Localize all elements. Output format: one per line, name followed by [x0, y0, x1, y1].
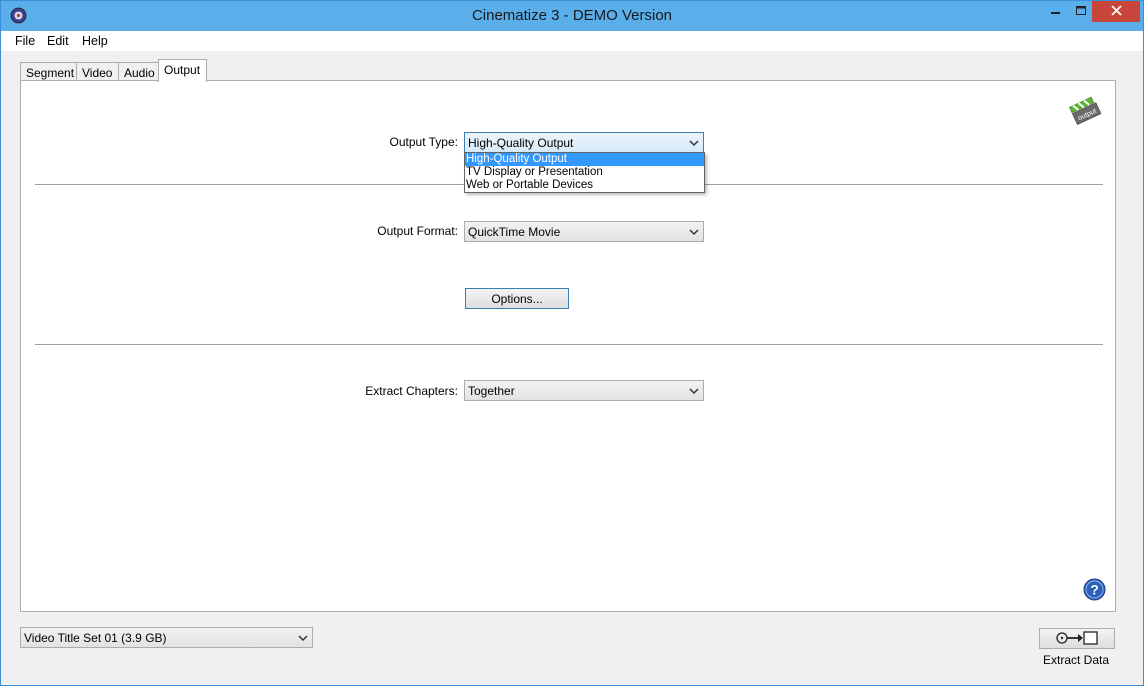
chevron-down-icon	[298, 632, 308, 642]
chevron-down-icon	[689, 385, 699, 395]
chevron-down-icon	[689, 137, 699, 147]
dropdown-option[interactable]: Web or Portable Devices	[465, 179, 704, 192]
title-bar[interactable]: Cinematize 3 - DEMO Version	[1, 1, 1143, 31]
divider	[35, 344, 1103, 345]
extract-chapters-value: Together	[468, 384, 515, 398]
close-icon	[1110, 4, 1122, 19]
maximize-button[interactable]	[1067, 1, 1095, 23]
menu-help[interactable]: Help	[82, 34, 108, 48]
window-title: Cinematize 3 - DEMO Version	[471, 7, 673, 24]
dropdown-option[interactable]: High-Quality Output	[465, 153, 704, 166]
output-format-label: Output Format:	[377, 224, 458, 238]
svg-text:?: ?	[1090, 582, 1099, 598]
tab-audio[interactable]: Audio	[118, 62, 159, 81]
minimize-icon	[1051, 5, 1061, 19]
minimize-button[interactable]	[1042, 1, 1070, 23]
app-window: Cinematize 3 - DEMO Version File Edit He…	[0, 0, 1144, 686]
options-button[interactable]: Options...	[465, 288, 569, 309]
output-type-dropdown: High-Quality Output TV Display or Presen…	[464, 152, 705, 193]
menu-edit[interactable]: Edit	[47, 34, 69, 48]
menu-file[interactable]: File	[15, 34, 35, 48]
extract-chapters-label: Extract Chapters:	[365, 384, 458, 398]
menu-bar: File Edit Help	[1, 31, 1143, 51]
extract-chapters-select[interactable]: Together	[464, 380, 704, 401]
dropdown-option[interactable]: TV Display or Presentation	[465, 166, 704, 179]
title-set-select[interactable]: Video Title Set 01 (3.9 GB)	[20, 627, 313, 648]
close-button[interactable]	[1092, 1, 1140, 22]
output-type-label: Output Type:	[389, 135, 459, 149]
extract-data-label: Extract Data	[1042, 653, 1110, 667]
output-clapper-icon: output	[1068, 93, 1102, 127]
maximize-icon	[1076, 5, 1086, 19]
tab-video[interactable]: Video	[76, 62, 119, 81]
help-icon[interactable]: ?	[1083, 578, 1106, 601]
title-set-value: Video Title Set 01 (3.9 GB)	[24, 631, 167, 645]
chevron-down-icon	[689, 226, 699, 236]
tab-segment[interactable]: Segment	[20, 62, 77, 81]
output-type-value: High-Quality Output	[468, 136, 574, 150]
output-format-value: QuickTime Movie	[468, 225, 561, 239]
output-type-select[interactable]: High-Quality Output	[464, 132, 704, 153]
output-format-select[interactable]: QuickTime Movie	[464, 221, 704, 242]
extract-data-button[interactable]	[1039, 628, 1115, 649]
tab-output[interactable]: Output	[158, 59, 207, 82]
extract-icon	[1052, 631, 1102, 650]
